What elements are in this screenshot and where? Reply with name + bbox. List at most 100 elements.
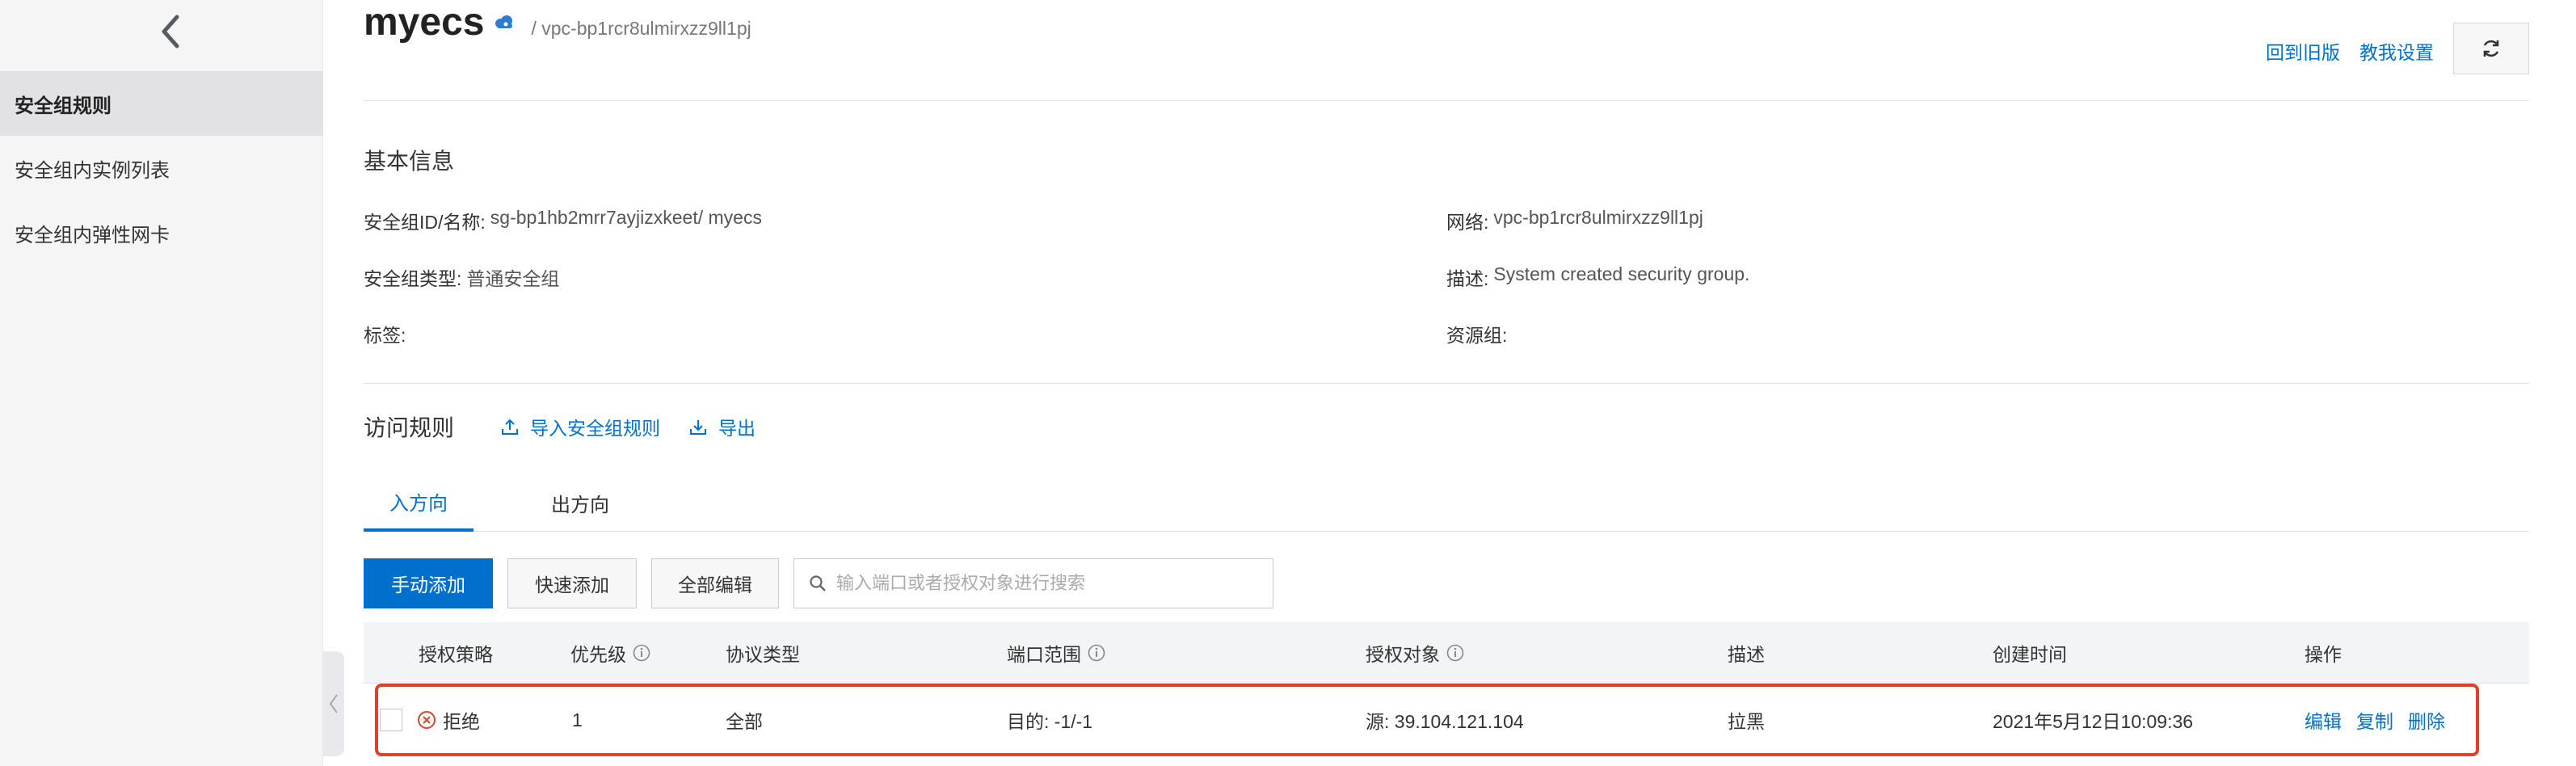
info-icon[interactable] bbox=[1088, 644, 1105, 662]
delete-rule-link[interactable]: 删除 bbox=[2408, 706, 2445, 734]
col-protocol-label: 协议类型 bbox=[726, 644, 800, 665]
import-rules-link[interactable]: 导入安全组规则 bbox=[501, 413, 660, 440]
sidebar-item-eni[interactable]: 安全组内弹性网卡 bbox=[0, 200, 323, 265]
col-policy: 授权策略 bbox=[419, 622, 493, 684]
download-icon bbox=[690, 420, 707, 435]
export-label: 导出 bbox=[718, 418, 756, 439]
title-row: myecs / vpc-bp1rcr8ulmirxzz9ll1pj bbox=[364, 0, 751, 48]
network-value: vpc-bp1rcr8ulmirxzz9ll1pj bbox=[1493, 207, 1703, 228]
refresh-icon bbox=[2483, 40, 2499, 57]
row-checkbox[interactable] bbox=[380, 709, 402, 731]
basic-info-title: 基本信息 bbox=[364, 149, 455, 174]
protocol-value: 全部 bbox=[726, 711, 763, 732]
info-icon[interactable] bbox=[1446, 644, 1464, 662]
table-header: 授权策略 优先级 协议类型 端口范围 授权对象 描述 创建时间 操作 bbox=[364, 622, 2529, 684]
table-row: 拒绝 1 全部 目的: -1/-1 源: 39.104.121.104 拉黑 2… bbox=[364, 684, 2529, 756]
edit-rule-link[interactable]: 编辑 bbox=[2305, 706, 2342, 734]
refresh-button[interactable] bbox=[2453, 23, 2529, 74]
sg-id-label: 安全组ID/名称: bbox=[364, 212, 486, 233]
import-rules-label: 导入安全组规则 bbox=[530, 418, 661, 439]
tab-outbound[interactable]: 出方向 bbox=[525, 473, 635, 532]
port-range-value: 目的: -1/-1 bbox=[1007, 711, 1093, 732]
description-row: 描述: System created security group. bbox=[1446, 263, 1749, 291]
col-created-label: 创建时间 bbox=[1993, 644, 2067, 665]
rules-header: 访问规则 导入安全组规则 导出 bbox=[364, 404, 785, 449]
tutorial-link[interactable]: 教我设置 bbox=[2359, 37, 2434, 65]
search-icon bbox=[810, 575, 826, 591]
divider bbox=[364, 100, 2529, 101]
quick-add-button[interactable]: 快速添加 bbox=[507, 558, 637, 608]
tab-label: 入方向 bbox=[389, 492, 448, 515]
upload-icon bbox=[502, 419, 519, 435]
auth-object-value: 源: 39.104.121.104 bbox=[1366, 711, 1524, 732]
sidebar-item-label: 安全组内弹性网卡 bbox=[15, 224, 170, 246]
cell-policy: 拒绝 bbox=[417, 684, 480, 756]
top-links: 回到旧版 教我设置 bbox=[2266, 23, 2529, 74]
tag-row: 标签: bbox=[364, 320, 406, 347]
col-created: 创建时间 bbox=[1993, 622, 2067, 684]
divider bbox=[364, 383, 2529, 384]
sidebar-item-label: 安全组内实例列表 bbox=[15, 159, 170, 182]
tab-label: 出方向 bbox=[551, 494, 609, 516]
cloud-icon bbox=[495, 15, 513, 28]
policy-value: 拒绝 bbox=[443, 711, 480, 732]
col-port-range: 端口范围 bbox=[1007, 622, 1105, 684]
rules-table: 授权策略 优先级 协议类型 端口范围 授权对象 描述 创建时间 操作 拒绝 1 … bbox=[364, 622, 2529, 756]
manual-add-button[interactable]: 手动添加 bbox=[364, 558, 493, 608]
network-label: 网络: bbox=[1446, 212, 1489, 233]
chevron-left-icon bbox=[329, 694, 338, 713]
created-value: 2021年5月12日10:09:36 bbox=[1993, 711, 2194, 732]
sg-type-row: 安全组类型: 普通安全组 bbox=[364, 263, 559, 291]
edit-all-button[interactable]: 全部编辑 bbox=[651, 558, 779, 608]
col-priority-label: 优先级 bbox=[570, 644, 626, 665]
back-to-old-version-link[interactable]: 回到旧版 bbox=[2266, 37, 2340, 65]
resource-group-label: 资源组: bbox=[1446, 325, 1508, 346]
sg-type-label: 安全组类型: bbox=[364, 268, 462, 289]
col-actions-label: 操作 bbox=[2305, 644, 2342, 665]
breadcrumb: / vpc-bp1rcr8ulmirxzz9ll1pj bbox=[531, 18, 751, 39]
cell-port-range: 目的: -1/-1 bbox=[1007, 684, 1092, 756]
description-label: 描述: bbox=[1446, 268, 1489, 289]
cell-auth-object: 源: 39.104.121.104 bbox=[1366, 684, 1524, 756]
main-content: myecs / vpc-bp1rcr8ulmirxzz9ll1pj 回到旧版 教… bbox=[364, 0, 2529, 766]
description-value: 拉黑 bbox=[1728, 711, 1765, 732]
rules-toolbar: 手动添加 快速添加 全部编辑 bbox=[364, 558, 1273, 609]
sidebar-item-label: 安全组规则 bbox=[15, 95, 112, 117]
search-box bbox=[793, 558, 1273, 608]
direction-tabs: 入方向 出方向 bbox=[364, 473, 2529, 532]
col-auth-object-label: 授权对象 bbox=[1366, 644, 1440, 665]
cell-description: 拉黑 bbox=[1728, 684, 1765, 756]
priority-value: 1 bbox=[572, 709, 583, 730]
col-policy-label: 授权策略 bbox=[419, 644, 493, 665]
cell-protocol: 全部 bbox=[726, 684, 763, 756]
network-row: 网络: vpc-bp1rcr8ulmirxzz9ll1pj bbox=[1446, 207, 1703, 234]
col-port-range-label: 端口范围 bbox=[1007, 644, 1081, 665]
sidebar-item-rules[interactable]: 安全组规则 bbox=[0, 71, 323, 136]
tab-inbound[interactable]: 入方向 bbox=[364, 473, 474, 532]
col-priority: 优先级 bbox=[570, 622, 650, 684]
tag-label: 标签: bbox=[364, 325, 406, 346]
sidebar-item-instances[interactable]: 安全组内实例列表 bbox=[0, 136, 323, 200]
cell-actions: 编辑 复制 删除 bbox=[2305, 684, 2460, 756]
cell-created: 2021年5月12日10:09:36 bbox=[1993, 684, 2193, 756]
page-title: myecs bbox=[364, 1, 485, 44]
col-actions: 操作 bbox=[2305, 622, 2342, 684]
col-description: 描述 bbox=[1728, 622, 1765, 684]
copy-rule-link[interactable]: 复制 bbox=[2356, 706, 2393, 734]
sg-id-row: 安全组ID/名称: sg-bp1hb2mrr7ayjizxkeet/ myecs bbox=[364, 207, 762, 234]
search-input[interactable] bbox=[836, 573, 1256, 594]
sg-id-value: sg-bp1hb2mrr7ayjizxkeet/ myecs bbox=[490, 207, 762, 228]
sidebar-collapse-handle[interactable] bbox=[323, 651, 344, 756]
sg-type-value: 普通安全组 bbox=[466, 268, 560, 289]
chevron-left-icon bbox=[162, 15, 179, 48]
col-protocol: 协议类型 bbox=[726, 622, 800, 684]
row-select bbox=[380, 684, 402, 756]
description-value: System created security group. bbox=[1493, 263, 1750, 284]
back-button[interactable] bbox=[154, 11, 186, 52]
sidebar: 安全组规则 安全组内实例列表 安全组内弹性网卡 bbox=[0, 0, 323, 766]
rules-title: 访问规则 bbox=[364, 415, 455, 440]
info-icon[interactable] bbox=[633, 644, 650, 662]
cell-priority: 1 bbox=[572, 684, 583, 756]
export-link[interactable]: 导出 bbox=[689, 413, 756, 440]
col-auth-object: 授权对象 bbox=[1366, 622, 1464, 684]
